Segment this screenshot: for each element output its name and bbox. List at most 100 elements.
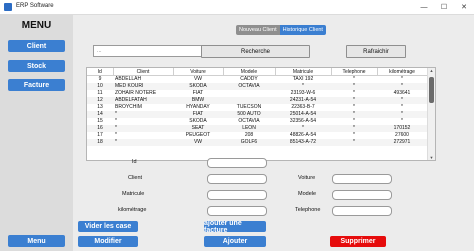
table-cell: * <box>331 111 377 118</box>
table-cell: * <box>401 104 403 110</box>
sidebar-stock-button[interactable]: Stock <box>8 60 65 72</box>
clear-fields-button[interactable]: Vider les case <box>78 221 138 232</box>
matricule-field[interactable] <box>207 190 267 200</box>
table-cell: * <box>275 83 331 90</box>
table-cell: 24231-A-54 <box>275 97 331 104</box>
table-cell: 10 <box>87 83 113 90</box>
table-cell: MED KOURI <box>113 83 173 90</box>
table-cell: GOLF6 <box>223 139 275 146</box>
table-cell: * <box>353 90 355 96</box>
table-cell: BROYCHIM <box>115 104 142 110</box>
column-header[interactable]: Client <box>113 68 174 76</box>
table-cell: SEAT <box>173 125 223 132</box>
add-button[interactable]: Ajouter <box>204 236 266 247</box>
add-invoice-button[interactable]: ajouter une facture <box>204 220 266 234</box>
column-header[interactable]: kilométrage <box>377 68 428 76</box>
table-cell: VW <box>173 139 223 146</box>
column-header[interactable]: Matricule <box>275 68 332 76</box>
modify-button[interactable]: Modifier <box>78 236 138 247</box>
modele-field[interactable] <box>332 190 392 200</box>
delete-button[interactable]: Supprimer <box>330 236 386 247</box>
window-title: ERP Software <box>16 3 54 9</box>
table-cell: * <box>353 76 355 82</box>
table-row[interactable]: 17 * PEUGEOT 208 48826-A-54 * 27600 <box>87 132 427 139</box>
table-cell: 11 <box>97 90 103 96</box>
tab-nouveau-client[interactable]: Nouveau Client <box>236 25 280 35</box>
table-cell: 27600 <box>395 132 409 138</box>
table-row[interactable]: 16 * SEAT LEON * * 170152 <box>87 125 427 132</box>
table-cell: SKODA <box>189 118 207 124</box>
table-row[interactable]: 18 * VW GOLF6 85143-A-72 * 272971 <box>87 139 427 146</box>
id-field[interactable] <box>207 158 267 168</box>
maximize-button[interactable]: ☐ <box>434 0 454 14</box>
table-cell: BMW <box>173 97 223 104</box>
scroll-up-icon[interactable]: ▲ <box>428 68 435 73</box>
table-cell: * <box>275 125 331 132</box>
table-cell: 48826-A-54 <box>289 132 317 138</box>
table-scrollbar[interactable]: ▲ ▼ <box>427 68 435 160</box>
scroll-down-icon[interactable]: ▼ <box>428 155 435 160</box>
search-button[interactable]: Recherche <box>201 45 310 58</box>
client-field[interactable] <box>207 174 267 184</box>
table-cell: * <box>353 104 355 110</box>
table-cell: OCTAVIA <box>238 118 260 124</box>
sidebar-client-button[interactable]: Client <box>8 40 65 52</box>
telephone-label: Telephone <box>295 207 321 213</box>
table-cell: * <box>331 83 377 90</box>
table-cell: 13 <box>97 104 103 110</box>
table-cell: ZOHAIR NOTERE <box>115 90 157 96</box>
search-input[interactable] <box>93 45 204 57</box>
menu-title: MENU <box>21 20 52 31</box>
sidebar-menu-button[interactable]: Menu <box>8 235 65 247</box>
window-controls: — ☐ ✕ <box>414 0 474 14</box>
table-cell <box>223 97 275 104</box>
sidebar-facture-button[interactable]: Facture <box>8 79 65 91</box>
table-row[interactable]: 13 BROYCHIM HYANDAY TUECSON 22363-B-7 * * <box>87 104 427 111</box>
table-cell: 22363-B-7 <box>291 104 315 110</box>
column-header[interactable]: Telephone <box>331 68 378 76</box>
table-cell: 25014-A-54 <box>275 111 331 118</box>
table-cell: 12 <box>87 97 113 104</box>
minimize-button[interactable]: — <box>414 0 434 14</box>
table-cell: FIAT <box>192 90 204 96</box>
table-row[interactable]: 10 MED KOURI SKODA OCTAVIA * * * <box>87 83 427 90</box>
table-cell: * <box>377 83 427 90</box>
column-header[interactable]: Modele <box>223 68 276 76</box>
refresh-button[interactable]: Rafraichir <box>346 45 406 58</box>
scrollbar-thumb[interactable] <box>429 77 434 103</box>
voiture-label: Voiture <box>298 175 316 181</box>
table-row[interactable]: 15 * SKODA OCTAVIA 32356-A-54 * * <box>87 118 427 125</box>
table-cell: * <box>113 139 173 146</box>
table-cell: * <box>353 132 355 138</box>
close-button[interactable]: ✕ <box>454 0 474 14</box>
column-header[interactable]: Voiture <box>173 68 224 76</box>
table-cell: * <box>377 97 427 104</box>
table-cell: * <box>113 111 173 118</box>
table-cell: OCTAVIA <box>223 83 275 90</box>
table-row[interactable]: 14 * FIAT 500 AUTO 25014-A-54 * * <box>87 111 427 118</box>
table-cell: * <box>113 125 173 132</box>
table-cell: 208 <box>244 132 254 138</box>
table-row[interactable]: 12 ABDELFATAH BMW 24231-A-54 * * <box>87 97 427 104</box>
table-cell: * <box>331 125 377 132</box>
table-row[interactable]: 11 ZOHAIR NOTERE FIAT 23193-W-6 * 493641 <box>87 90 427 97</box>
table-cell: 18 <box>87 139 113 146</box>
voiture-field[interactable] <box>332 174 392 184</box>
tab-historique-client[interactable]: Historique Client <box>279 25 326 35</box>
modele-label: Modele <box>298 191 317 197</box>
kilometrage-field[interactable] <box>207 206 267 216</box>
column-header[interactable]: Id <box>87 68 114 76</box>
app-icon <box>4 3 12 11</box>
table-cell: PEUGEOT <box>185 132 211 138</box>
table-cell: ABDELLAH <box>115 76 142 82</box>
title-bar: ERP Software — ☐ ✕ <box>0 0 474 15</box>
table-cell: 14 <box>87 111 113 118</box>
table-cell: * <box>331 139 377 146</box>
table-cell: VW <box>193 76 203 82</box>
table-cell: * <box>115 132 117 138</box>
telephone-field[interactable] <box>332 206 392 216</box>
table-cell: TAXI 192 <box>292 76 314 82</box>
table-cell <box>223 90 275 97</box>
table-cell: FIAT <box>173 111 223 118</box>
table-row[interactable]: 9 ABDELLAH VW CADDY TAXI 192 * * <box>87 76 427 84</box>
